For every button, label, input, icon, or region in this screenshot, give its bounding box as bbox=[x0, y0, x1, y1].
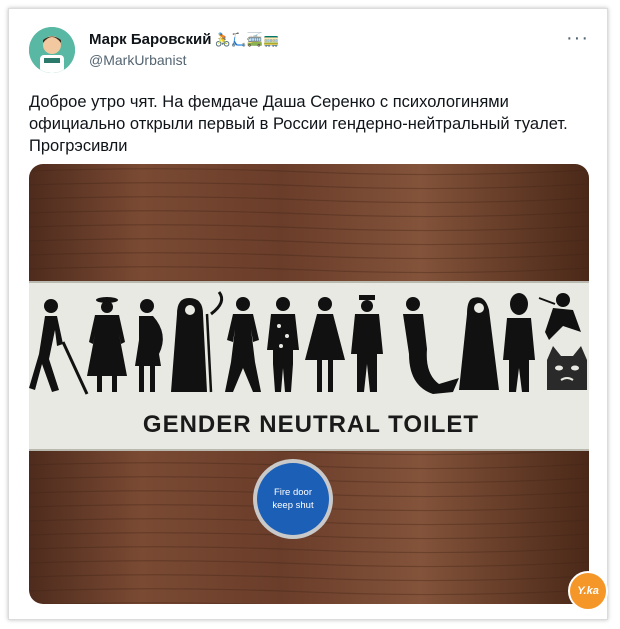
tweet-text: Доброе утро чят. На фемдаче Даша Серенко… bbox=[29, 93, 568, 155]
tweet-photo[interactable]: GENDER NEUTRAL TOILET Fire door keep shu… bbox=[29, 164, 589, 604]
sign-text: GENDER NEUTRAL TOILET bbox=[143, 411, 479, 438]
author-name-text[interactable]: Марк Баровский bbox=[89, 31, 211, 48]
avatar-image bbox=[29, 27, 75, 73]
author-handle[interactable]: @MarkUrbanist bbox=[89, 52, 186, 68]
author-emoji: 🚴🛴🚎🚃 bbox=[214, 32, 280, 47]
toilet-sign-photo: GENDER NEUTRAL TOILET Fire door keep shu… bbox=[29, 164, 589, 604]
fire-door-line1: Fire door bbox=[274, 487, 312, 498]
fire-door-badge bbox=[257, 463, 329, 535]
author-name[interactable]: Марк Баровский 🚴🛴🚎🚃 bbox=[89, 31, 279, 48]
more-options-icon[interactable]: ··· bbox=[566, 27, 589, 50]
site-watermark-logo: Y.ka bbox=[568, 571, 608, 611]
tweet-card: Марк Баровский 🚴🛴🚎🚃 @MarkUrbanist ··· Доб… bbox=[8, 8, 608, 620]
author-avatar[interactable] bbox=[29, 27, 75, 73]
fire-door-line2: keep shut bbox=[272, 500, 314, 511]
